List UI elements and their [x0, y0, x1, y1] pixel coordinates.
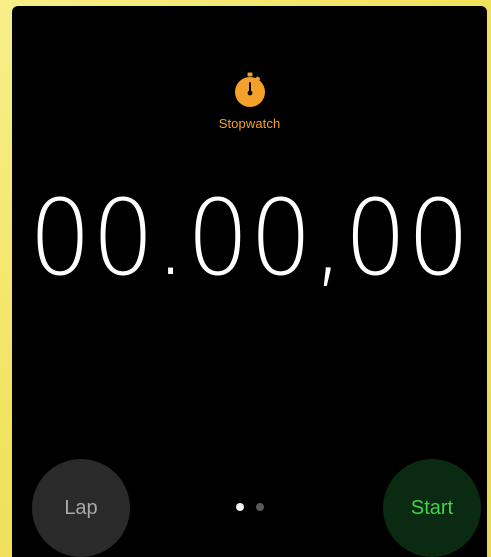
app-header: Stopwatch	[12, 72, 487, 131]
app-title: Stopwatch	[218, 116, 281, 131]
stopwatch-icon	[234, 72, 265, 107]
start-button[interactable]: Start	[383, 459, 481, 557]
stopwatch-screen: Stopwatch 00.00,00 Lap Start	[12, 6, 487, 557]
page-dot-2[interactable]	[255, 503, 264, 511]
background: Stopwatch 00.00,00 Lap Start	[0, 0, 491, 557]
page-dot-1[interactable]	[235, 503, 244, 511]
controls-bar: Lap Start	[12, 437, 487, 557]
stopwatch-time-display: 00.00,00	[28, 177, 471, 299]
